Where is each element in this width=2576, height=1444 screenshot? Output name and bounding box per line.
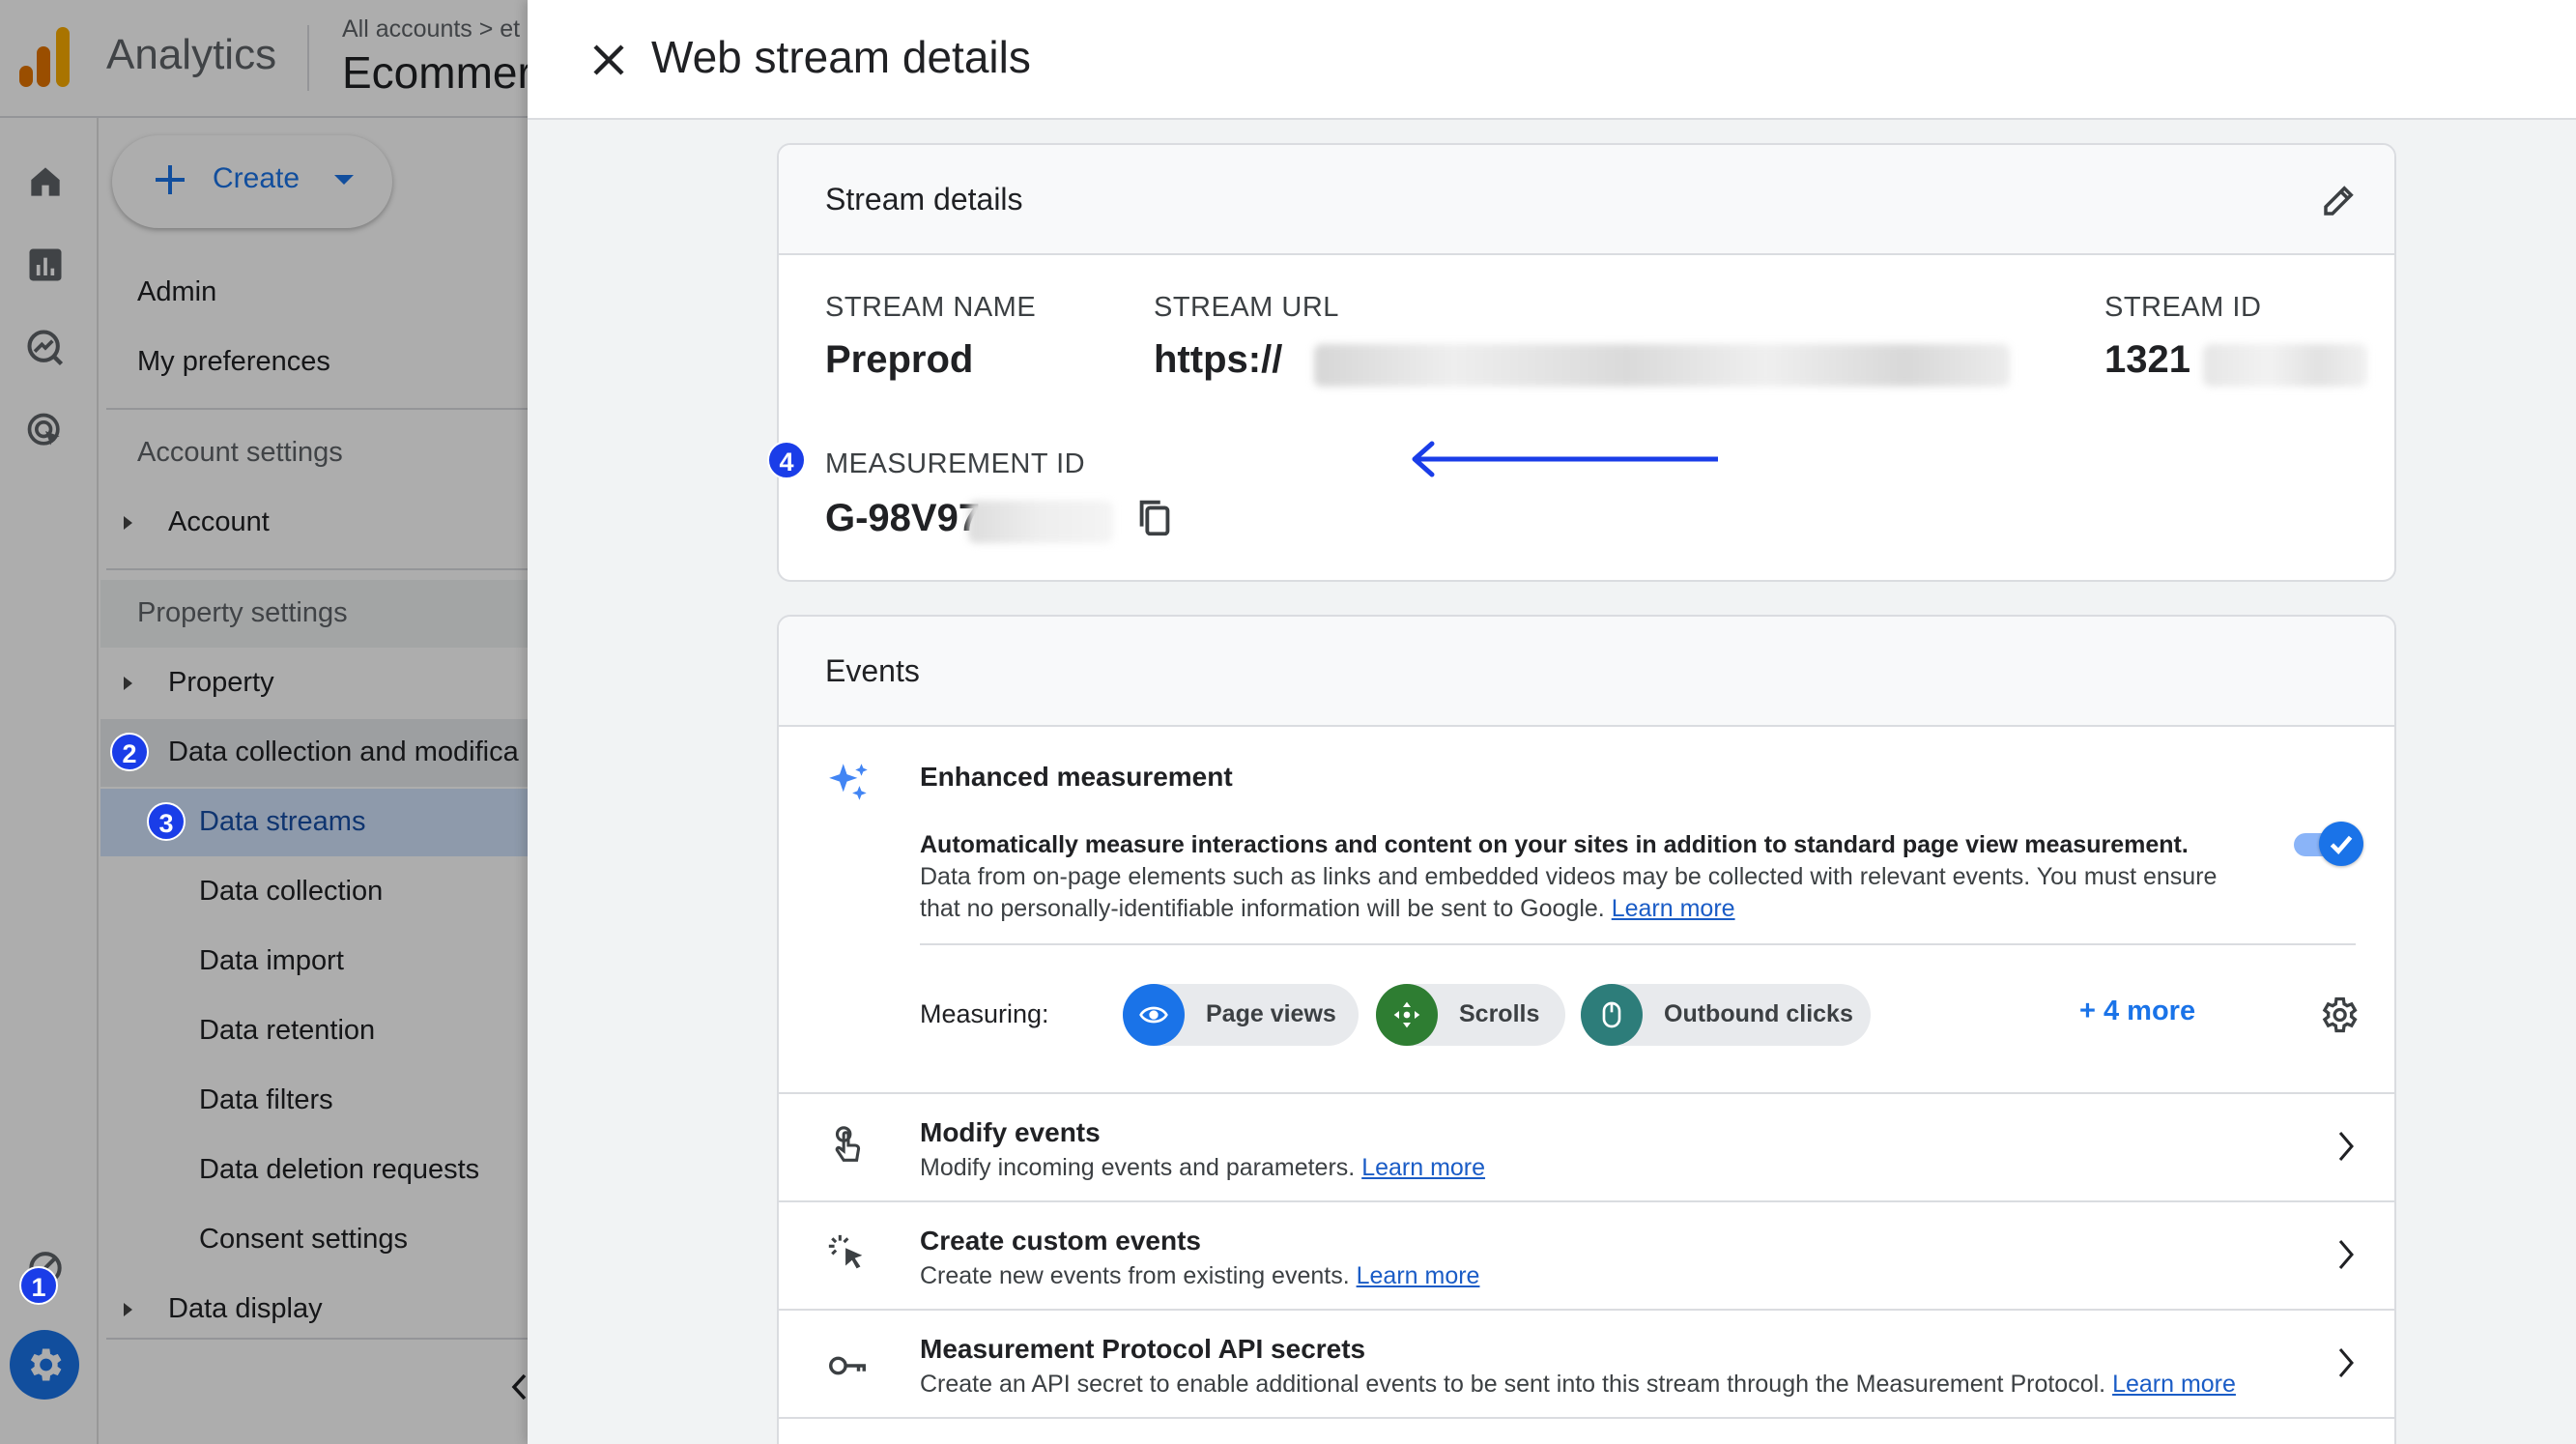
chevron-right-icon [2338, 1348, 2354, 1377]
chip-page-views[interactable]: Page views [1123, 984, 1359, 1046]
chevron-right-icon [2338, 1240, 2354, 1269]
stream-details-title: Stream details [825, 182, 1023, 217]
modify-events-row[interactable]: Modify events Modify incoming events and… [779, 1092, 2394, 1200]
measurement-id-label: MEASUREMENT ID [825, 448, 1086, 479]
chip-outbound-clicks[interactable]: Outbound clicks [1581, 984, 1871, 1046]
stream-details-header: Stream details [779, 145, 2394, 255]
stream-name-value: Preprod [825, 338, 974, 381]
mouse-icon [1602, 1001, 1621, 1028]
sparkle-icon [829, 764, 868, 800]
modal-scrim[interactable] [0, 0, 528, 1444]
toggle-thumb [2319, 822, 2363, 866]
close-icon[interactable] [586, 37, 632, 83]
chip-icon-bg [1376, 984, 1438, 1046]
measurement-id-value: G-98V97 [825, 497, 981, 539]
create-custom-events-learn-more[interactable]: Learn more [1357, 1262, 1480, 1289]
chip-icon-bg [1581, 984, 1643, 1046]
stream-id-label: STREAM ID [2104, 292, 2262, 323]
stream-url-value: https:// [1154, 338, 1283, 381]
edit-pencil-icon[interactable] [2319, 180, 2360, 220]
create-custom-events-title: Create custom events [920, 1226, 1202, 1256]
measurement-protocol-learn-more[interactable]: Learn more [2112, 1371, 2236, 1398]
scroll-arrows-icon [1393, 1001, 1420, 1028]
chevron-right-icon [2338, 1132, 2354, 1161]
enhanced-measurement-description: Automatically measure interactions and c… [920, 829, 2234, 925]
measurement-protocol-title: Measurement Protocol API secrets [920, 1334, 1366, 1364]
measurement-protocol-row[interactable]: Measurement Protocol API secrets Create … [779, 1309, 2394, 1417]
chip-label: Scrolls [1459, 1000, 1540, 1027]
create-custom-events-desc: Create new events from existing events. … [920, 1262, 1480, 1289]
cursor-click-icon [828, 1234, 863, 1269]
step-badge-3: 3 [147, 802, 186, 841]
modify-events-desc: Modify incoming events and parameters. L… [920, 1154, 1486, 1181]
chip-label: Page views [1206, 1000, 1336, 1027]
check-icon [2330, 835, 2353, 855]
events-card: Events Enhanced measurement Automaticall… [777, 615, 2396, 1444]
key-icon [829, 1356, 866, 1375]
enhanced-measurement-desc-bold: Automatically measure interactions and c… [920, 831, 2189, 858]
modify-events-learn-more[interactable]: Learn more [1361, 1154, 1485, 1181]
stream-name-label: STREAM NAME [825, 292, 1037, 323]
measurement-protocol-desc: Create an API secret to enable additiona… [920, 1371, 2236, 1398]
touch-icon [835, 1126, 861, 1162]
stream-url-label: STREAM URL [1154, 292, 1339, 323]
settings-gear-icon[interactable] [2317, 994, 2360, 1036]
step-badge-4: 4 [767, 441, 806, 479]
eye-icon [1139, 1006, 1168, 1024]
chip-label: Outbound clicks [1664, 1000, 1853, 1027]
pointer-arrow-icon [1412, 441, 1718, 477]
more-measurements-link[interactable]: + 4 more [2079, 996, 2195, 1027]
enhanced-learn-more-link[interactable]: Learn more [1612, 895, 1735, 922]
step-badge-1: 1 [19, 1266, 58, 1305]
create-custom-events-row[interactable]: Create custom events Create new events f… [779, 1200, 2394, 1309]
events-title: Events [825, 653, 920, 688]
chip-icon-bg [1123, 984, 1185, 1046]
enhanced-measurement-title: Enhanced measurement [920, 762, 1233, 792]
redacted-stream-id [2203, 344, 2367, 387]
events-header: Events [779, 617, 2394, 727]
measuring-label: Measuring: [920, 999, 1049, 1028]
step-badge-2: 2 [110, 733, 149, 771]
stream-id-value: 1321 [2104, 338, 2190, 381]
enhanced-measurement-toggle[interactable] [2294, 822, 2363, 866]
stream-details-card: Stream details STREAM NAME Preprod STREA… [777, 143, 2396, 582]
redacted-url [1314, 344, 2010, 387]
next-row-partial [779, 1417, 2394, 1444]
modify-events-title: Modify events [920, 1117, 1101, 1147]
enhanced-divider [920, 943, 2356, 945]
enhanced-measurement-desc-text: Data from on-page elements such as links… [920, 863, 2218, 922]
copy-icon[interactable] [1132, 495, 1177, 539]
web-stream-details-panel: Web stream details Stream details STREAM… [528, 0, 2576, 1444]
chip-scrolls[interactable]: Scrolls [1376, 984, 1565, 1046]
panel-title: Web stream details [651, 32, 1031, 82]
redacted-measurement-id [968, 501, 1113, 543]
panel-header: Web stream details [528, 0, 2576, 120]
